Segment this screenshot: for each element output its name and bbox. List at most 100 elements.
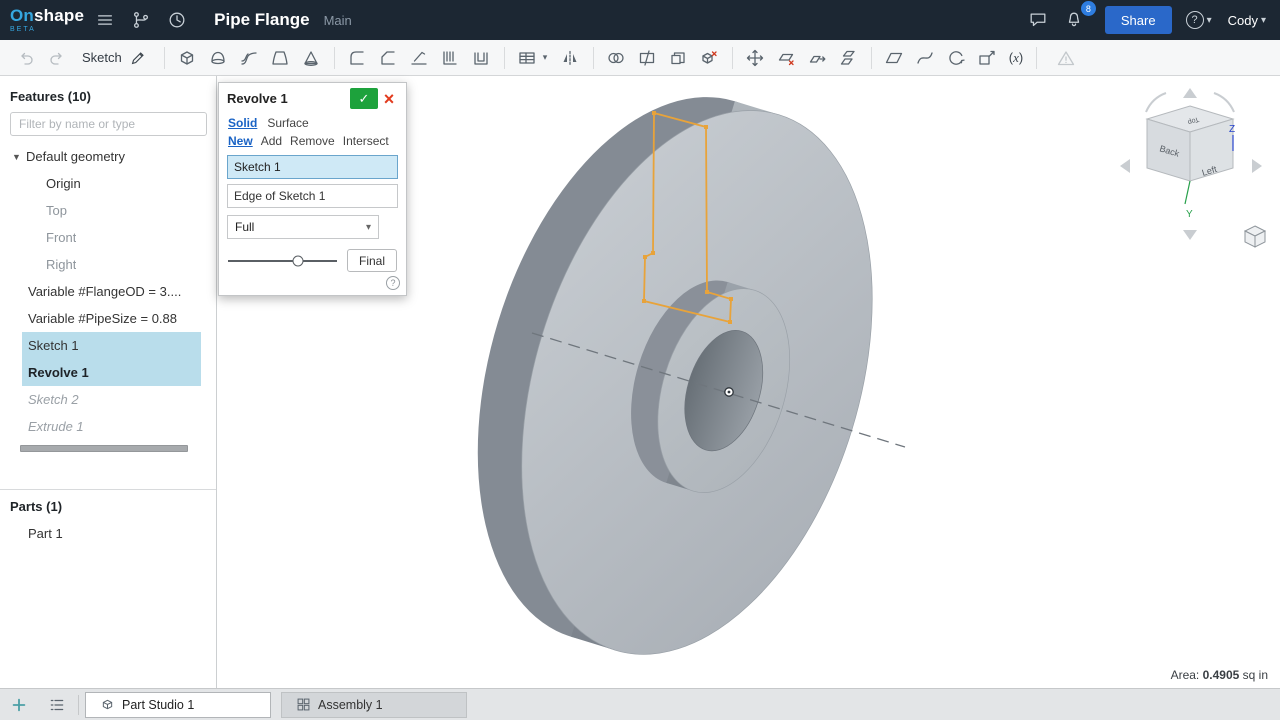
mode-new[interactable]: New [228,134,253,148]
tree-item-origin[interactable]: Origin [0,170,216,197]
tree-item-top-plane[interactable]: Top [0,197,216,224]
shell-icon[interactable] [466,44,497,72]
tree-item-extrude-1[interactable]: Extrude 1 [0,413,216,440]
area-readout: Area: 0.4905 sq in [1171,668,1268,682]
tree-item-variable-flangeod[interactable]: Variable #FlangeOD = 3.... [0,278,216,305]
tree-item-variable-pipesize[interactable]: Variable #PipeSize = 0.88 [0,305,216,332]
combine-icon[interactable] [663,44,694,72]
feature-filter-input[interactable] [10,112,207,136]
thicken-icon[interactable] [296,44,327,72]
revolve-icon[interactable] [203,44,234,72]
loft-icon[interactable] [265,44,296,72]
parts-item-part-1[interactable]: Part 1 [0,520,216,547]
top-bar: Onshape BETA Pipe Flange Main 8 Share ? … [0,0,1280,40]
mirror-icon[interactable] [555,44,586,72]
pattern-icon[interactable] [512,44,543,72]
main-menu-hamburger-icon[interactable] [90,5,120,35]
share-button[interactable]: Share [1105,6,1172,34]
user-menu[interactable]: Cody ▾ [1228,13,1266,28]
rotate-down-arrow[interactable] [1183,230,1197,240]
tab-surface[interactable]: Surface [267,116,308,130]
logo-on: On [10,6,34,25]
flange-model[interactable] [416,76,934,688]
revolve-axis-field[interactable]: Edge of Sketch 1 [227,184,398,208]
fillet-icon[interactable] [342,44,373,72]
tree-item-sketch-2[interactable]: Sketch 2 [0,386,216,413]
part-studio-icon [100,697,115,712]
beta-label: BETA [10,26,84,33]
delete-part-icon[interactable] [694,44,725,72]
view-cube[interactable]: Back Left Top Z Y [1120,88,1265,247]
sketch-button[interactable]: Sketch [72,44,157,72]
tab-part-studio-1[interactable]: Part Studio 1 [85,692,271,718]
tab-manager-list-icon[interactable] [38,691,76,719]
accept-button[interactable]: ✓ [350,88,378,109]
pattern-dropdown-icon[interactable]: ▾ [543,52,555,63]
tab-assembly-1[interactable]: Assembly 1 [281,692,467,718]
curve-icon[interactable] [910,44,941,72]
pencil-icon [129,49,147,67]
axis-center-marker [725,388,733,396]
mode-intersect[interactable]: Intersect [343,134,389,148]
mode-remove[interactable]: Remove [290,134,335,148]
revolve-type-dropdown[interactable]: Full ▾ [227,215,379,239]
onshape-logo[interactable]: Onshape BETA [10,7,84,33]
chamfer-icon[interactable] [373,44,404,72]
tree-item-front-plane[interactable]: Front [0,224,216,251]
notifications-bell-icon[interactable]: 8 [1059,5,1089,35]
move-face-icon[interactable] [802,44,833,72]
rotate-up-arrow[interactable] [1183,88,1197,98]
comments-icon[interactable] [1023,5,1053,35]
helix-icon[interactable] [941,44,972,72]
delete-face-icon[interactable] [771,44,802,72]
area-value: 0.4905 [1203,668,1240,682]
mode-add[interactable]: Add [261,134,282,148]
insert-new-tab-button[interactable] [0,691,38,719]
rotate-left-arrow[interactable] [1120,159,1130,173]
features-header: Features (10) [0,76,216,112]
isometric-view-icon[interactable] [1245,226,1265,247]
toolbar-separator [732,47,733,69]
dialog-help-icon[interactable]: ? [386,276,400,290]
axis-z-label: Z [1229,124,1235,135]
versions-branch-icon[interactable] [126,5,156,35]
final-button[interactable]: Final [347,249,397,272]
replace-face-icon[interactable] [833,44,864,72]
redo-icon[interactable] [41,44,72,72]
variable-icon[interactable]: (x) [1003,50,1029,66]
split-icon[interactable] [632,44,663,72]
expand-caret-icon[interactable]: ▼ [12,152,26,162]
boolean-icon[interactable] [601,44,632,72]
bottombar-separator [78,695,79,715]
help-menu[interactable]: ? ▾ [1186,11,1212,29]
rollback-bar[interactable] [20,445,188,452]
fs-warning-icon[interactable] [1050,44,1081,72]
faces-selection-item[interactable]: Sketch 1 [227,155,398,179]
tab-solid[interactable]: Solid [228,116,257,130]
dialog-header[interactable]: Revolve 1 ✓ × [219,83,406,113]
preview-slider[interactable] [228,260,337,262]
plane-icon[interactable] [879,44,910,72]
roll-cw-arrow[interactable] [1214,93,1234,112]
area-unit: sq in [1243,668,1268,682]
rotate-right-arrow[interactable] [1252,159,1262,173]
sweep-icon[interactable] [234,44,265,72]
history-clock-icon[interactable] [162,5,192,35]
area-label: Area: [1171,668,1200,682]
rib-icon[interactable] [435,44,466,72]
tree-item-revolve-1[interactable]: Revolve 1 [22,359,201,386]
undo-icon[interactable] [10,44,41,72]
feature-tree-panel: Features (10) ▼ Default geometry Origin … [0,76,217,688]
preview-slider-knob[interactable] [292,255,303,266]
tree-item-right-plane[interactable]: Right [0,251,216,278]
cancel-button[interactable]: × [378,90,400,108]
project-curve-icon[interactable] [972,44,1003,72]
tree-item-sketch-1[interactable]: Sketch 1 [22,332,201,359]
toolbar-separator [164,47,165,69]
tree-item-default-geometry[interactable]: ▼ Default geometry [0,143,216,170]
draft-icon[interactable] [404,44,435,72]
extrude-icon[interactable] [172,44,203,72]
roll-ccw-arrow[interactable] [1146,93,1166,112]
workspace-name[interactable]: Main [324,13,352,28]
transform-icon[interactable] [740,44,771,72]
